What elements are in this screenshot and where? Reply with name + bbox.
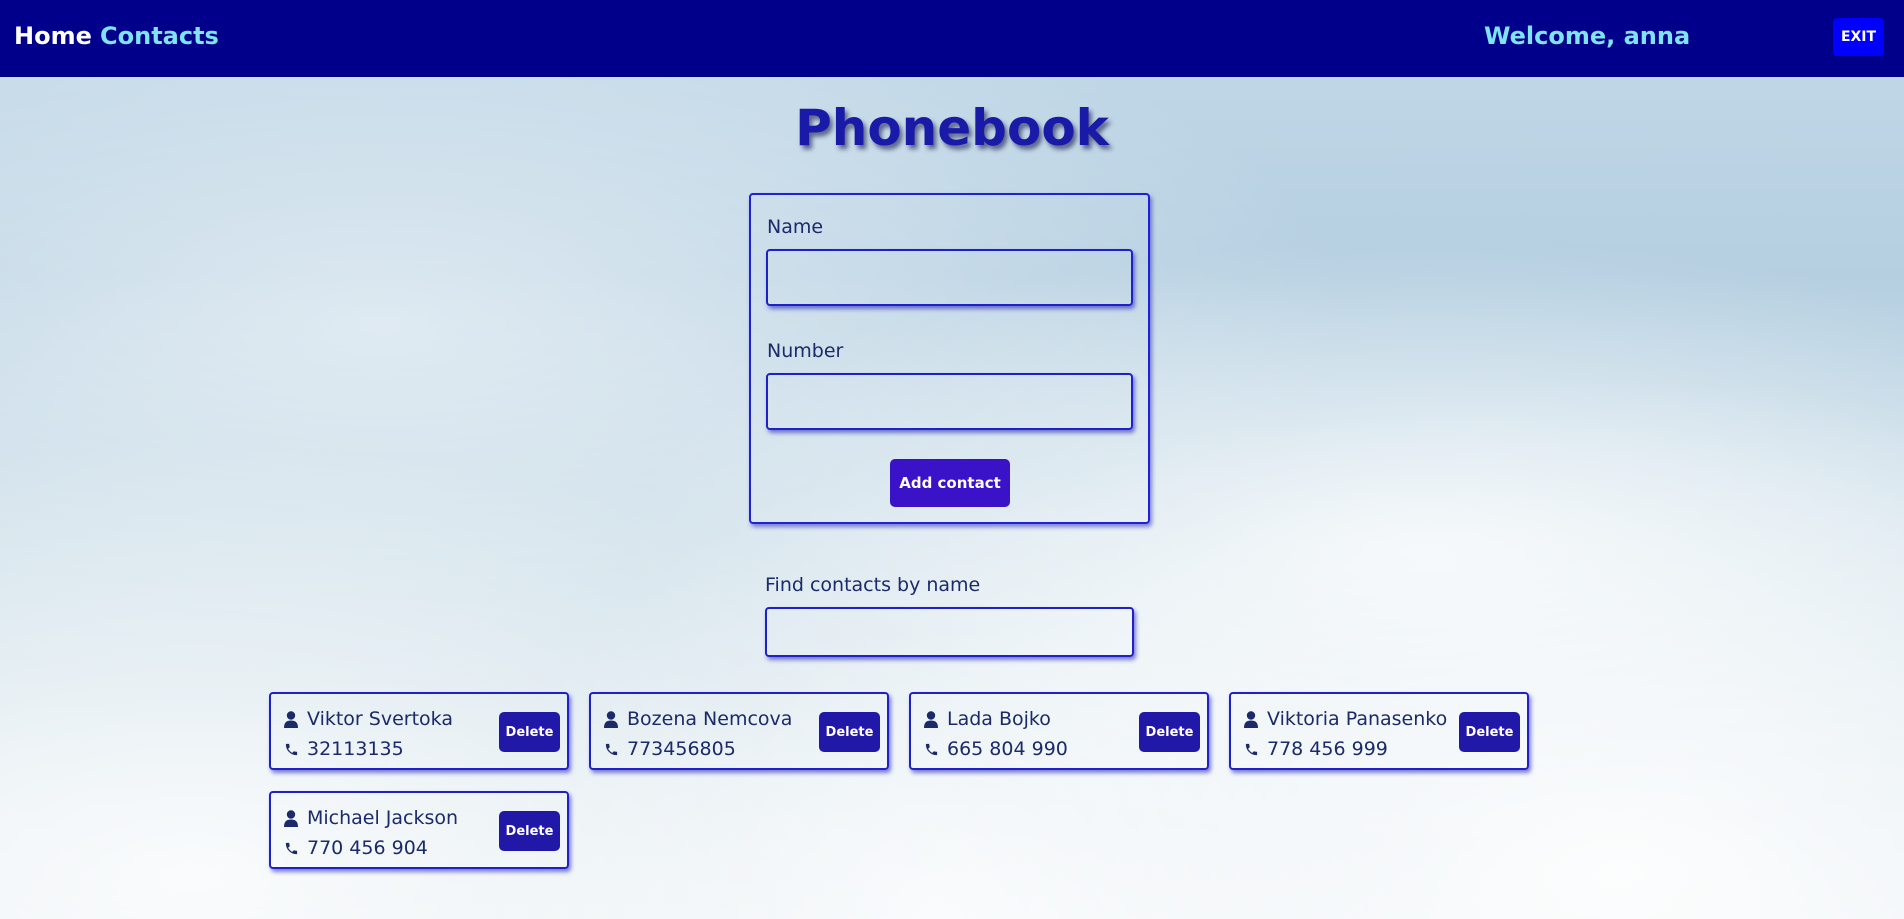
- contact-number: 770 456 904: [307, 837, 428, 859]
- phone-icon: [283, 839, 299, 857]
- nav-home-link[interactable]: Home: [14, 20, 92, 52]
- contact-card: Lada Bojko 665 804 990 Delete: [909, 692, 1209, 770]
- contact-number: 32113135: [307, 738, 404, 760]
- name-input[interactable]: [766, 249, 1133, 306]
- nav-contacts-link[interactable]: Contacts: [100, 20, 219, 52]
- phone-icon: [1243, 740, 1259, 758]
- contact-name: Lada Bojko: [947, 708, 1051, 730]
- delete-button[interactable]: Delete: [1459, 712, 1520, 752]
- name-label: Name: [767, 216, 824, 238]
- page-title: Phonebook: [795, 99, 1109, 157]
- contact-list: Viktor Svertoka 32113135 Delete Bozena N…: [269, 692, 1529, 869]
- user-icon: [603, 710, 619, 728]
- filter-input[interactable]: [765, 607, 1134, 657]
- user-icon: [923, 710, 939, 728]
- app-header: Home Contacts Welcome, anna EXIT: [0, 0, 1904, 77]
- contact-card: Viktor Svertoka 32113135 Delete: [269, 692, 569, 770]
- add-contact-button[interactable]: Add contact: [890, 459, 1010, 507]
- user-icon: [283, 710, 299, 728]
- delete-button[interactable]: Delete: [499, 811, 560, 851]
- user-icon: [283, 809, 299, 827]
- contact-number: 778 456 999: [1267, 738, 1388, 760]
- add-contact-form: Name Number Add contact: [749, 193, 1150, 524]
- contact-name: Viktoria Panasenko: [1267, 708, 1448, 730]
- delete-button[interactable]: Delete: [819, 712, 880, 752]
- welcome-text: Welcome, anna: [1484, 22, 1691, 50]
- contact-card: Viktoria Panasenko 778 456 999 Delete: [1229, 692, 1529, 770]
- number-input[interactable]: [766, 373, 1133, 430]
- contact-number: 773456805: [627, 738, 736, 760]
- phone-icon: [923, 740, 939, 758]
- contact-name: Michael Jackson: [307, 807, 459, 829]
- number-label: Number: [767, 340, 844, 362]
- contact-card: Bozena Nemcova 773456805 Delete: [589, 692, 889, 770]
- phone-icon: [283, 740, 299, 758]
- contact-name: Viktor Svertoka: [307, 708, 453, 730]
- delete-button[interactable]: Delete: [499, 712, 560, 752]
- filter-label: Find contacts by name: [765, 574, 981, 596]
- user-icon: [1243, 710, 1259, 728]
- contact-number: 665 804 990: [947, 738, 1068, 760]
- contact-name: Bozena Nemcova: [627, 708, 793, 730]
- phone-icon: [603, 740, 619, 758]
- exit-button[interactable]: EXIT: [1833, 18, 1884, 56]
- delete-button[interactable]: Delete: [1139, 712, 1200, 752]
- contact-card: Michael Jackson 770 456 904 Delete: [269, 791, 569, 869]
